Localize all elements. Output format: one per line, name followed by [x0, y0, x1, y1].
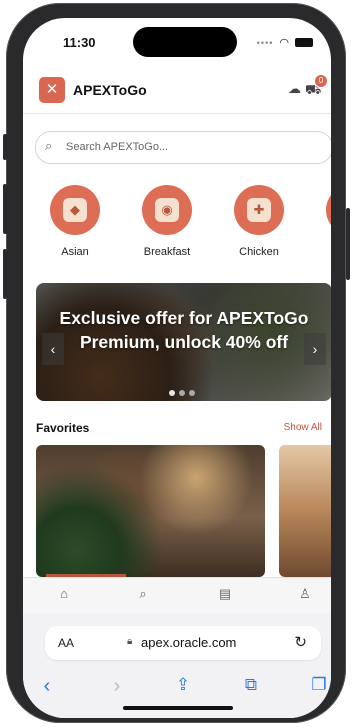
side-button-left-1 — [3, 134, 7, 160]
app-title: APEXToGo — [73, 82, 147, 98]
address-bar[interactable]: AA 🔒︎ apex.oracle.com ↻ — [45, 626, 321, 660]
dynamic-island — [133, 27, 237, 57]
favorite-card[interactable] — [279, 445, 331, 577]
promo-dot[interactable] — [189, 390, 195, 396]
header-divider — [23, 113, 331, 114]
show-all-link[interactable]: Show All — [284, 422, 322, 433]
profile-icon[interactable]: ♙ — [295, 586, 315, 602]
wifi-icon: ◠ — [279, 37, 289, 49]
promo-prev-button[interactable]: ‹ — [42, 333, 64, 365]
screen: 11:30 •••• ◠ ✕ APEXToGo ☁ ⛟ 0 ⌕ Search A… — [23, 18, 331, 718]
chicken-drumstick-icon: ✚ — [247, 198, 271, 222]
tabs-icon[interactable]: ❐ — [307, 675, 331, 695]
reload-icon[interactable]: ↻ — [294, 633, 307, 651]
category-chicken[interactable]: ✚ Chicken — [224, 185, 294, 258]
search-input[interactable]: ⌕ Search APEXToGo... — [35, 131, 331, 164]
status-time: 11:30 — [63, 35, 96, 50]
cart-badge: 0 — [315, 75, 327, 87]
breakfast-icon: ◉ — [155, 198, 179, 222]
category-circle: ◆ — [50, 185, 100, 235]
promo-next-button[interactable]: › — [304, 333, 326, 365]
battery-icon — [295, 38, 313, 47]
status-icons: •••• ◠ — [257, 36, 313, 49]
home-indicator — [123, 706, 233, 710]
category-partial[interactable]: ● F — [316, 185, 331, 258]
category-label: Breakfast — [143, 246, 191, 258]
app-header: ✕ APEXToGo ☁ ⛟ 0 — [23, 73, 331, 113]
asian-food-icon: ◆ — [63, 198, 87, 222]
category-circle: ◉ — [142, 185, 192, 235]
forward-button[interactable]: › — [105, 675, 129, 698]
category-label: Asian — [61, 246, 89, 258]
category-asian[interactable]: ◆ Asian — [40, 185, 110, 258]
side-button-left-3 — [3, 249, 7, 299]
bookmarks-icon[interactable]: ⧉ — [239, 675, 263, 695]
side-button-left-2 — [3, 184, 7, 234]
side-button-right — [346, 208, 350, 280]
cart-button[interactable]: ⛟ 0 — [305, 75, 327, 97]
category-circle: ✚ — [234, 185, 284, 235]
category-breakfast[interactable]: ◉ Breakfast — [132, 185, 202, 258]
promo-banner[interactable]: Exclusive offer for APEXToGo Premium, un… — [36, 283, 331, 401]
favorite-card[interactable] — [36, 445, 265, 577]
category-label: F — [316, 246, 331, 258]
url-text: apex.oracle.com — [141, 635, 237, 650]
promo-text: Exclusive offer for APEXToGo Premium, un… — [59, 308, 309, 352]
browser-toolbar: AA 🔒︎ apex.oracle.com ↻ ‹ › ⇪ ⧉ ❐ — [23, 613, 331, 718]
search-tab-icon[interactable]: ⌕ — [133, 586, 153, 602]
share-icon[interactable]: ⇪ — [171, 675, 195, 695]
app-logo-icon[interactable]: ✕ — [39, 77, 65, 103]
tab-bar: ⌂ ⌕ ▤ ♙ — [23, 577, 331, 614]
favorites-title: Favorites — [36, 421, 90, 435]
reader-aa-button[interactable]: AA — [58, 636, 74, 650]
promo-pagination — [169, 390, 195, 396]
lock-icon: 🔒︎ — [127, 636, 133, 647]
home-icon[interactable]: ⌂ — [54, 586, 74, 601]
signal-icon: •••• — [256, 37, 274, 48]
orders-icon[interactable]: ▤ — [215, 586, 235, 602]
promo-dot[interactable] — [179, 390, 185, 396]
search-placeholder: Search APEXToGo... — [66, 141, 169, 153]
category-label: Chicken — [239, 246, 279, 258]
cloud-download-icon[interactable]: ☁ — [288, 81, 301, 97]
category-circle: ● — [326, 185, 331, 235]
promo-dot[interactable] — [169, 390, 175, 396]
back-button[interactable]: ‹ — [35, 675, 59, 698]
search-icon: ⌕ — [45, 138, 53, 153]
